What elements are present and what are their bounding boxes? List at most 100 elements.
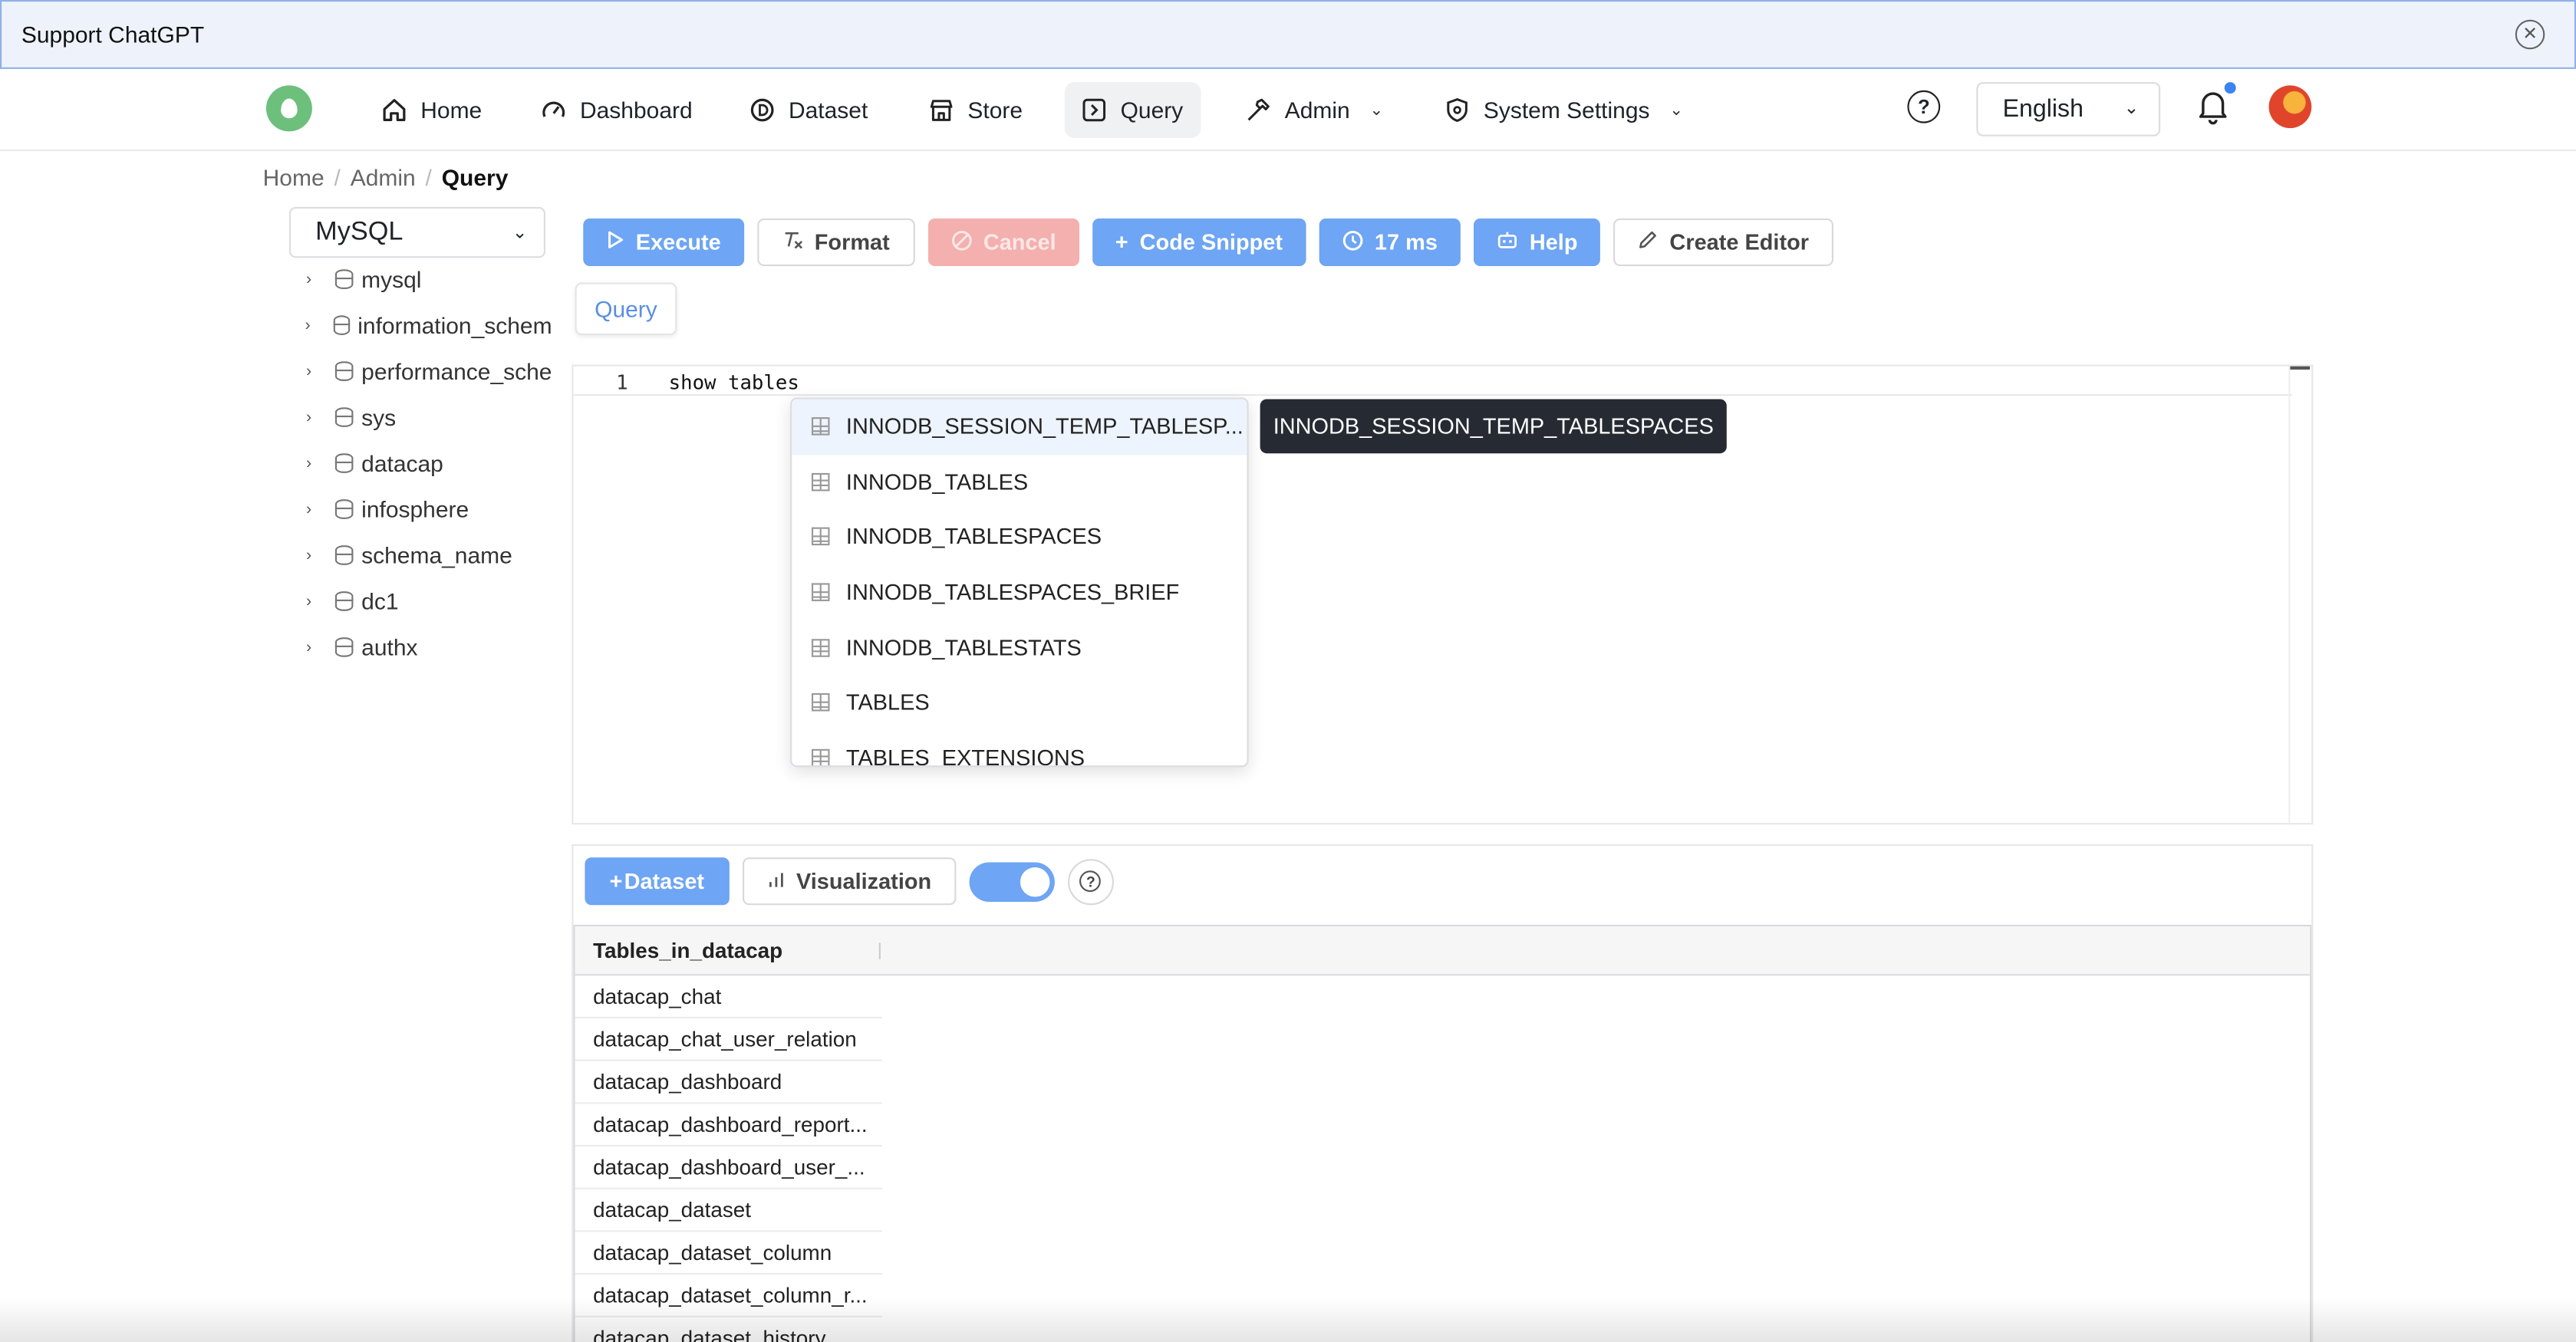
breadcrumb-current: Query: [441, 164, 509, 191]
autocomplete-item[interactable]: INNODB_SESSION_TEMP_TABLESP...: [792, 399, 1247, 455]
autocomplete-item[interactable]: INNODB_TABLESPACES_BRIEF: [792, 564, 1247, 620]
autocomplete-tooltip: INNODB_SESSION_TEMP_TABLESPACES: [1260, 399, 1728, 454]
database-icon: [334, 499, 354, 519]
dataset-icon: [749, 97, 776, 123]
nav-query[interactable]: Query: [1064, 82, 1201, 138]
table-row[interactable]: datacap_dataset_history: [575, 1317, 882, 1342]
database-icon: [334, 361, 354, 381]
chevron-right-icon[interactable]: ›: [295, 592, 321, 610]
store-icon: [928, 97, 954, 123]
autocomplete-item[interactable]: TABLES_EXTENSIONS: [792, 730, 1247, 766]
nav-dataset[interactable]: Dataset: [733, 82, 884, 138]
table-icon: [811, 528, 830, 547]
chevron-right-icon[interactable]: ›: [295, 454, 321, 472]
chevron-down-icon: ⌄: [1669, 100, 1684, 120]
current-line: [573, 367, 2292, 396]
table-row[interactable]: datacap_chat: [575, 975, 883, 1019]
nav-system-settings[interactable]: System Settings ⌄: [1428, 82, 1700, 138]
chevron-right-icon[interactable]: ›: [295, 316, 319, 334]
tree-item-database[interactable]: › infosphere: [295, 486, 552, 532]
elapsed-time-button[interactable]: 17 ms: [1319, 218, 1461, 267]
results-toolbar: + Dataset Visualization ?: [585, 857, 1114, 906]
table-icon: [811, 693, 830, 712]
nav-dashboard[interactable]: Dashboard: [524, 82, 709, 138]
editor-scrollbar[interactable]: [2288, 366, 2311, 824]
database-icon: [334, 453, 354, 473]
close-icon[interactable]: ✕: [2515, 19, 2545, 50]
database-icon: [334, 637, 354, 657]
autocomplete-item[interactable]: INNODB_TABLESPACES: [792, 509, 1247, 564]
code-snippet-button[interactable]: + Code Snippet: [1092, 218, 1306, 267]
help-button[interactable]: Help: [1474, 218, 1601, 267]
top-navigation: Home Dashboard Dataset Store Query Admin…: [0, 68, 2576, 152]
column-resize-handle[interactable]: [878, 942, 881, 959]
tree-item-database[interactable]: › information_schem: [295, 302, 552, 348]
results-help-button[interactable]: ?: [1067, 858, 1114, 905]
autocomplete-item[interactable]: INNODB_TABLES: [792, 454, 1247, 509]
format-button[interactable]: Format: [756, 218, 914, 267]
line-number: 1: [616, 371, 628, 395]
gauge-icon: [541, 97, 567, 123]
clear-format-icon: [782, 230, 803, 255]
chevron-right-icon[interactable]: ›: [295, 408, 321, 426]
column-header[interactable]: Tables_in_datacap: [575, 926, 2311, 976]
tree-item-database[interactable]: › schema_name: [295, 532, 552, 578]
tree-item-database[interactable]: › dc1: [295, 578, 552, 624]
nav-home-label: Home: [420, 97, 483, 123]
breadcrumb-admin[interactable]: Admin: [351, 164, 416, 190]
breadcrumb-home[interactable]: Home: [263, 164, 324, 190]
bar-chart-icon: [766, 869, 785, 893]
table-row[interactable]: datacap_dataset_column_r...: [575, 1275, 883, 1317]
app-logo[interactable]: [265, 85, 312, 132]
table-icon: [811, 417, 830, 436]
nav-query-label: Query: [1120, 97, 1184, 123]
database-tree: › mysql › information_schem › performance_s…: [295, 256, 552, 670]
table-row[interactable]: datacap_dataset: [575, 1189, 883, 1232]
table-row[interactable]: datacap_chat_user_relation: [575, 1018, 883, 1061]
tree-item-database[interactable]: › datacap: [295, 440, 552, 486]
nav-admin-label: Admin: [1284, 97, 1350, 123]
table-row[interactable]: datacap_dashboard_user_...: [575, 1146, 883, 1189]
banner-title: Support ChatGPT: [21, 21, 205, 48]
table-row[interactable]: datacap_dashboard_report...: [575, 1104, 883, 1147]
create-editor-button[interactable]: Create Editor: [1613, 218, 1834, 267]
autocomplete-item[interactable]: INNODB_TABLESTATS: [792, 620, 1247, 675]
nav-dashboard-label: Dashboard: [579, 97, 693, 123]
nav-admin[interactable]: Admin ⌄: [1229, 82, 1400, 138]
chevron-right-icon[interactable]: ›: [295, 500, 321, 518]
db-type-select[interactable]: MySQL ⌄: [288, 206, 546, 258]
tree-item-database[interactable]: › mysql: [295, 256, 552, 302]
chevron-right-icon[interactable]: ›: [295, 270, 321, 288]
database-icon: [334, 407, 354, 427]
table-row[interactable]: datacap_dataset_column: [575, 1232, 883, 1275]
avatar[interactable]: [2268, 85, 2312, 129]
cancel-button[interactable]: Cancel: [927, 218, 1079, 267]
query-toolbar: Execute Format Cancel + Code Snippet 17 …: [583, 218, 1834, 267]
nav-store-label: Store: [967, 97, 1023, 123]
shield-icon: [1444, 97, 1470, 123]
chevron-right-icon[interactable]: ›: [295, 362, 321, 380]
table-row[interactable]: datacap_dashboard: [575, 1061, 883, 1104]
help-icon[interactable]: ?: [1907, 90, 1941, 123]
nav-store[interactable]: Store: [912, 82, 1039, 138]
tab-query[interactable]: Query: [575, 282, 677, 335]
support-banner: Support ChatGPT ✕: [0, 0, 2576, 69]
add-dataset-button[interactable]: + Dataset: [585, 857, 730, 906]
autocomplete-item[interactable]: TABLES: [792, 675, 1247, 730]
language-select[interactable]: English ⌄: [1976, 82, 2161, 137]
pencil-icon: [1639, 230, 1659, 255]
visualization-button[interactable]: Visualization: [742, 857, 957, 906]
chevron-down-icon: ⌄: [2123, 98, 2140, 119]
home-icon: [381, 97, 407, 123]
nav-home[interactable]: Home: [364, 82, 498, 138]
tree-item-database[interactable]: › sys: [295, 394, 552, 440]
execute-button[interactable]: Execute: [583, 218, 744, 267]
tree-item-database[interactable]: › performance_sche: [295, 348, 552, 394]
chevron-right-icon[interactable]: ›: [295, 638, 321, 656]
app-window: Support ChatGPT ✕ Home Dashboard Dataset: [0, 0, 2576, 1342]
code-text[interactable]: show tables: [669, 371, 799, 394]
tree-item-database[interactable]: › authx: [295, 624, 552, 670]
results-toggle[interactable]: [969, 861, 1055, 901]
notification-bell-icon[interactable]: [2196, 82, 2236, 125]
chevron-right-icon[interactable]: ›: [295, 546, 321, 564]
